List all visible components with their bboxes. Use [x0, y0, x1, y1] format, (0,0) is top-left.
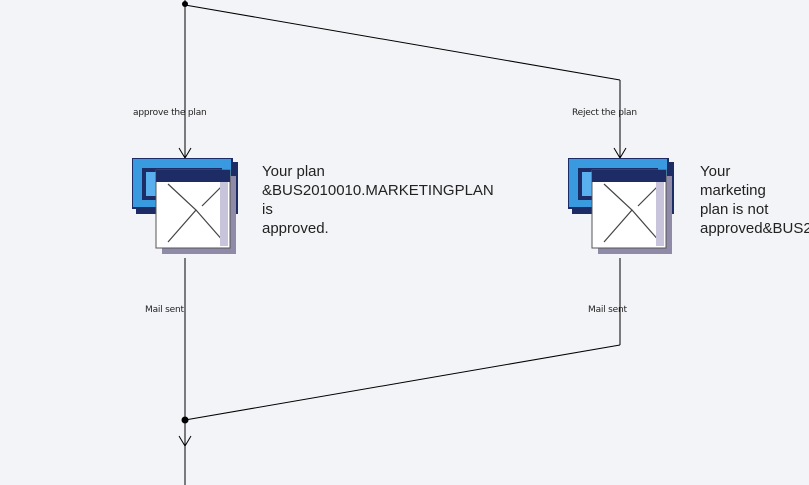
- branch-condition-label: approve the plan: [133, 108, 207, 118]
- step-text-line: approved.: [262, 220, 329, 237]
- connector-top-split: [184, 4, 621, 81]
- send-mail-icon[interactable]: [132, 158, 238, 254]
- branch-condition-label: Reject the plan: [572, 108, 637, 118]
- step-text-line: Your: [700, 163, 731, 180]
- step-text-line: marketing: [700, 182, 766, 199]
- step-text-line: Your plan: [262, 163, 325, 180]
- outcome-label: Mail sent: [588, 305, 627, 315]
- send-mail-icon-graphic: [568, 158, 674, 254]
- step-text-line: &BUS2010010.MARKETINGPLAN: [262, 182, 494, 199]
- merge-node: [181, 416, 189, 424]
- send-mail-icon[interactable]: [568, 158, 674, 254]
- step-text-line: approved&BUS2010010.MARKETINGPLAN: [700, 220, 809, 237]
- step-text-line: plan is not: [700, 201, 769, 218]
- connector-right-merge: [184, 344, 621, 421]
- send-mail-icon-graphic: [132, 158, 238, 254]
- connector-lines: [178, 0, 627, 485]
- step-text-line: is: [262, 201, 273, 218]
- step-description: Your marketing plan is not approved&BUS2…: [700, 162, 809, 238]
- step-description: Your plan &BUS2010010.MARKETINGPLAN is a…: [262, 162, 494, 238]
- outcome-label: Mail sent: [145, 305, 184, 315]
- split-node: [182, 1, 188, 7]
- workflow-canvas: approve the plan Your plan &BUS2010010.M…: [0, 0, 809, 485]
